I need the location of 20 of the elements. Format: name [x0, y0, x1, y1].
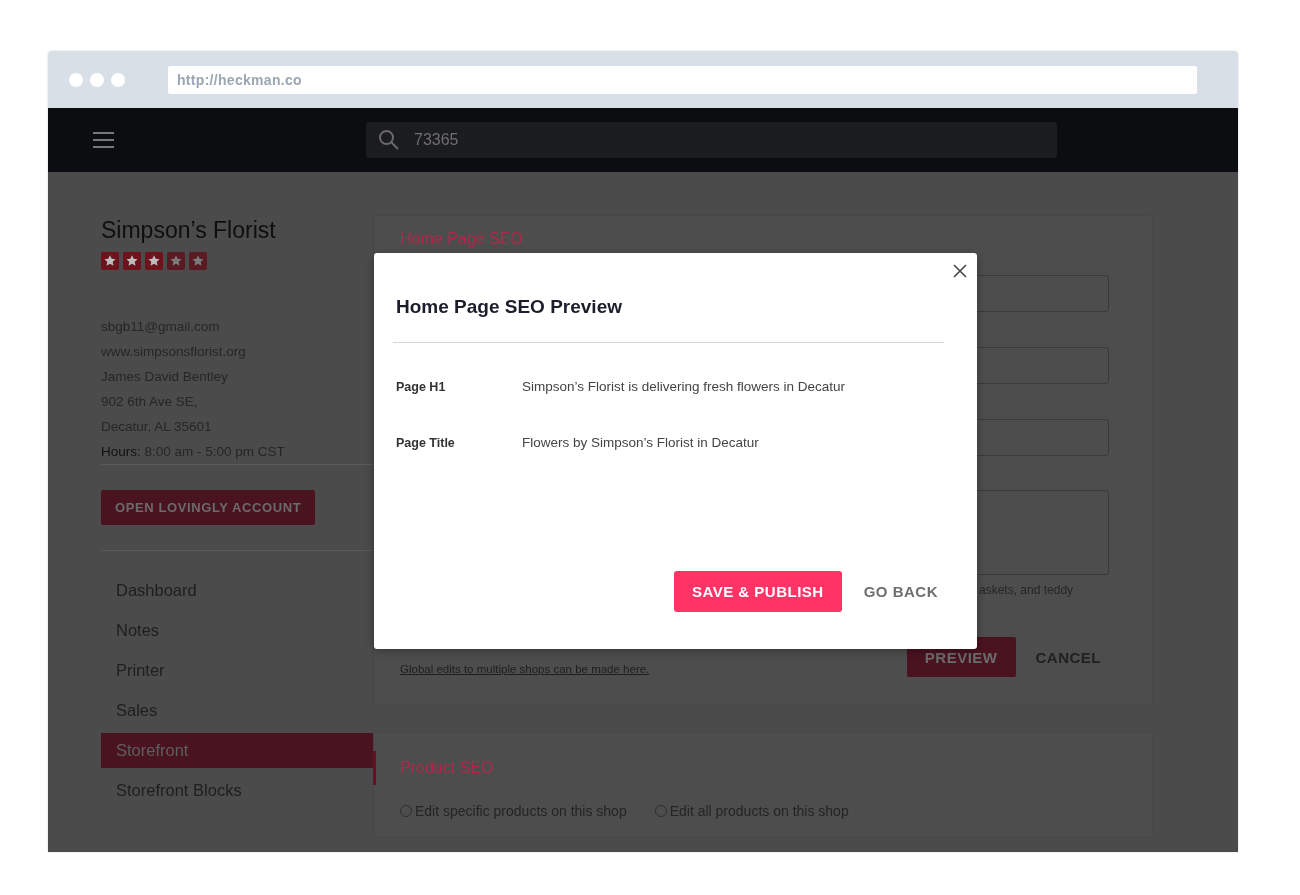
window-dot	[90, 72, 104, 87]
window-dot	[69, 72, 83, 87]
window-dot	[111, 72, 125, 87]
modal-title: Home Page SEO Preview	[396, 295, 623, 319]
shop-name: Simpson’s Florist	[101, 216, 277, 244]
save-publish-button[interactable]: SAVE & PUBLISH	[673, 571, 842, 612]
field-value: Flowers by Simpson’s Florist in Decatur	[522, 434, 759, 452]
open-account-button[interactable]: OPEN LOVINGLY ACCOUNT	[101, 490, 316, 525]
section-title: Home Page SEO	[400, 229, 524, 249]
menu-icon[interactable]	[93, 132, 114, 148]
field-label: Page Title	[396, 435, 456, 452]
field-label: Page H1	[396, 379, 447, 396]
close-icon[interactable]	[953, 264, 967, 278]
search-field[interactable]: 73365	[366, 122, 1057, 158]
go-back-button[interactable]: GO BACK	[857, 583, 944, 600]
section-title: Product SEO	[400, 758, 495, 778]
sidebar-item[interactable]: Storefront	[101, 733, 373, 768]
field-value: Simpson’s Florist is delivering fresh flowers in Decatur	[522, 378, 846, 396]
search-icon	[378, 129, 400, 151]
address-bar[interactable]: http://heckman.co	[168, 65, 1197, 94]
